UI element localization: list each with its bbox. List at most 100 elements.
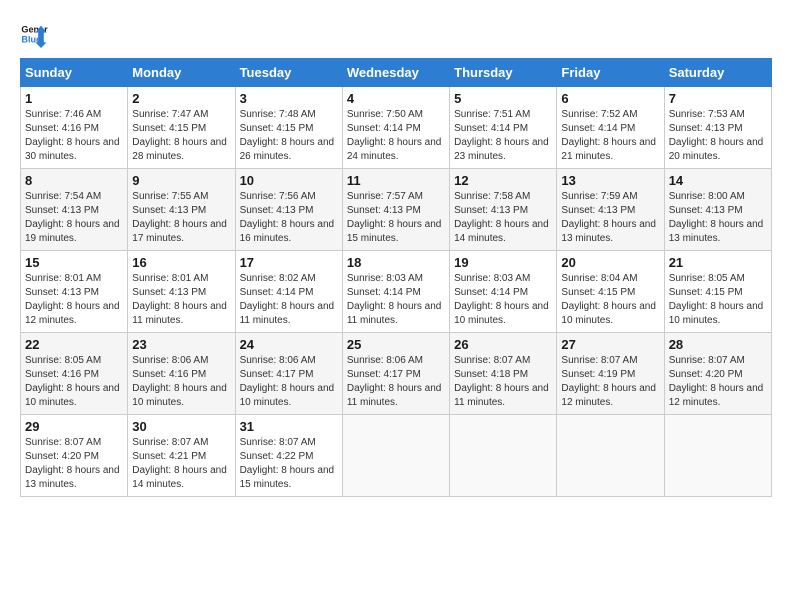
calendar-table: SundayMondayTuesdayWednesdayThursdayFrid… <box>20 58 772 497</box>
day-number: 30 <box>132 419 230 434</box>
calendar-day-6: 6Sunrise: 7:52 AMSunset: 4:14 PMDaylight… <box>557 87 664 169</box>
day-info: Sunrise: 7:58 AMSunset: 4:13 PMDaylight:… <box>454 190 552 246</box>
day-number: 27 <box>561 337 659 352</box>
day-info: Sunrise: 8:01 AMSunset: 4:13 PMDaylight:… <box>132 272 230 328</box>
calendar-week-3: 15 Sunrise: 8:01 AMSunset: 4:13 PMDayligh… <box>21 251 772 333</box>
day-number: 12 <box>454 173 552 188</box>
logo-icon: General Blue <box>20 20 48 48</box>
day-number: 25 <box>347 337 445 352</box>
day-info: Sunrise: 8:07 AMSunset: 4:22 PMDaylight:… <box>240 436 338 492</box>
day-info: Sunrise: 7:57 AMSunset: 4:13 PMDaylight:… <box>347 190 445 246</box>
day-info: Sunrise: 7:51 AMSunset: 4:14 PMDaylight:… <box>454 108 552 164</box>
calendar-day-13: 13 Sunrise: 7:59 AMSunset: 4:13 PMDayligh… <box>557 169 664 251</box>
day-number: 18 <box>347 255 445 270</box>
calendar-day-31: 31 Sunrise: 8:07 AMSunset: 4:22 PMDayligh… <box>235 415 342 497</box>
day-info: Sunrise: 7:56 AMSunset: 4:13 PMDaylight:… <box>240 190 338 246</box>
calendar-day-25: 25 Sunrise: 8:06 AMSunset: 4:17 PMDayligh… <box>342 333 449 415</box>
calendar-day-30: 30 Sunrise: 8:07 AMSunset: 4:21 PMDayligh… <box>128 415 235 497</box>
calendar-day-26: 26 Sunrise: 8:07 AMSunset: 4:18 PMDayligh… <box>450 333 557 415</box>
day-info: Sunrise: 8:07 AMSunset: 4:21 PMDaylight:… <box>132 436 230 492</box>
day-info: Sunrise: 8:00 AMSunset: 4:13 PMDaylight:… <box>669 190 767 246</box>
day-info: Sunrise: 7:54 AMSunset: 4:13 PMDaylight:… <box>25 190 123 246</box>
day-info: Sunrise: 8:07 AMSunset: 4:20 PMDaylight:… <box>25 436 123 492</box>
calendar-day-10: 10 Sunrise: 7:56 AMSunset: 4:13 PMDayligh… <box>235 169 342 251</box>
calendar-day-16: 16 Sunrise: 8:01 AMSunset: 4:13 PMDayligh… <box>128 251 235 333</box>
day-number: 21 <box>669 255 767 270</box>
day-info: Sunrise: 8:07 AMSunset: 4:19 PMDaylight:… <box>561 354 659 410</box>
day-number: 7 <box>669 91 767 106</box>
day-info: Sunrise: 7:53 AMSunset: 4:13 PMDaylight:… <box>669 108 767 164</box>
day-info: Sunrise: 8:03 AMSunset: 4:14 PMDaylight:… <box>347 272 445 328</box>
calendar-day-21: 21Sunrise: 8:05 AMSunset: 4:15 PMDayligh… <box>664 251 771 333</box>
empty-cell <box>557 415 664 497</box>
day-info: Sunrise: 8:03 AMSunset: 4:14 PMDaylight:… <box>454 272 552 328</box>
logo: General Blue <box>20 20 48 48</box>
day-number: 19 <box>454 255 552 270</box>
day-info: Sunrise: 8:06 AMSunset: 4:17 PMDaylight:… <box>347 354 445 410</box>
calendar-week-4: 22 Sunrise: 8:05 AMSunset: 4:16 PMDayligh… <box>21 333 772 415</box>
calendar-day-4: 4 Sunrise: 7:50 AMSunset: 4:14 PMDaylight… <box>342 87 449 169</box>
calendar-day-3: 3 Sunrise: 7:48 AMSunset: 4:15 PMDaylight… <box>235 87 342 169</box>
calendar-day-2: 2Sunrise: 7:47 AMSunset: 4:15 PMDaylight… <box>128 87 235 169</box>
day-number: 23 <box>132 337 230 352</box>
day-info: Sunrise: 8:07 AMSunset: 4:18 PMDaylight:… <box>454 354 552 410</box>
header-thursday: Thursday <box>450 59 557 87</box>
day-info: Sunrise: 8:04 AMSunset: 4:15 PMDaylight:… <box>561 272 659 328</box>
day-number: 9 <box>132 173 230 188</box>
day-info: Sunrise: 8:07 AMSunset: 4:20 PMDaylight:… <box>669 354 767 410</box>
empty-cell <box>342 415 449 497</box>
calendar-week-2: 8Sunrise: 7:54 AMSunset: 4:13 PMDaylight… <box>21 169 772 251</box>
day-number: 5 <box>454 91 552 106</box>
calendar-day-14: 14 Sunrise: 8:00 AMSunset: 4:13 PMDayligh… <box>664 169 771 251</box>
day-number: 26 <box>454 337 552 352</box>
day-info: Sunrise: 8:01 AMSunset: 4:13 PMDaylight:… <box>25 272 123 328</box>
header-monday: Monday <box>128 59 235 87</box>
calendar-week-5: 29 Sunrise: 8:07 AMSunset: 4:20 PMDayligh… <box>21 415 772 497</box>
calendar-day-27: 27 Sunrise: 8:07 AMSunset: 4:19 PMDayligh… <box>557 333 664 415</box>
day-number: 29 <box>25 419 123 434</box>
calendar-week-1: 1Sunrise: 7:46 AMSunset: 4:16 PMDaylight… <box>21 87 772 169</box>
day-number: 31 <box>240 419 338 434</box>
header-wednesday: Wednesday <box>342 59 449 87</box>
calendar-day-18: 18 Sunrise: 8:03 AMSunset: 4:14 PMDayligh… <box>342 251 449 333</box>
calendar-day-22: 22 Sunrise: 8:05 AMSunset: 4:16 PMDayligh… <box>21 333 128 415</box>
calendar-day-11: 11Sunrise: 7:57 AMSunset: 4:13 PMDayligh… <box>342 169 449 251</box>
empty-cell <box>664 415 771 497</box>
day-info: Sunrise: 7:48 AMSunset: 4:15 PMDaylight:… <box>240 108 338 164</box>
calendar-day-5: 5 Sunrise: 7:51 AMSunset: 4:14 PMDaylight… <box>450 87 557 169</box>
header-saturday: Saturday <box>664 59 771 87</box>
day-number: 3 <box>240 91 338 106</box>
calendar-day-17: 17Sunrise: 8:02 AMSunset: 4:14 PMDayligh… <box>235 251 342 333</box>
calendar-day-23: 23 Sunrise: 8:06 AMSunset: 4:16 PMDayligh… <box>128 333 235 415</box>
calendar-day-12: 12 Sunrise: 7:58 AMSunset: 4:13 PMDayligh… <box>450 169 557 251</box>
calendar-day-19: 19 Sunrise: 8:03 AMSunset: 4:14 PMDayligh… <box>450 251 557 333</box>
calendar-day-1: 1Sunrise: 7:46 AMSunset: 4:16 PMDaylight… <box>21 87 128 169</box>
calendar-day-7: 7 Sunrise: 7:53 AMSunset: 4:13 PMDaylight… <box>664 87 771 169</box>
calendar-day-9: 9 Sunrise: 7:55 AMSunset: 4:13 PMDaylight… <box>128 169 235 251</box>
day-number: 14 <box>669 173 767 188</box>
day-number: 15 <box>25 255 123 270</box>
day-info: Sunrise: 7:50 AMSunset: 4:14 PMDaylight:… <box>347 108 445 164</box>
calendar-day-8: 8Sunrise: 7:54 AMSunset: 4:13 PMDaylight… <box>21 169 128 251</box>
day-info: Sunrise: 8:05 AMSunset: 4:16 PMDaylight:… <box>25 354 123 410</box>
day-number: 28 <box>669 337 767 352</box>
day-info: Sunrise: 8:02 AMSunset: 4:14 PMDaylight:… <box>240 272 338 328</box>
day-number: 4 <box>347 91 445 106</box>
header-friday: Friday <box>557 59 664 87</box>
empty-cell <box>450 415 557 497</box>
calendar-day-24: 24Sunrise: 8:06 AMSunset: 4:17 PMDayligh… <box>235 333 342 415</box>
day-number: 13 <box>561 173 659 188</box>
calendar-day-20: 20 Sunrise: 8:04 AMSunset: 4:15 PMDayligh… <box>557 251 664 333</box>
day-info: Sunrise: 7:55 AMSunset: 4:13 PMDaylight:… <box>132 190 230 246</box>
day-info: Sunrise: 7:52 AMSunset: 4:14 PMDaylight:… <box>561 108 659 164</box>
day-info: Sunrise: 8:06 AMSunset: 4:16 PMDaylight:… <box>132 354 230 410</box>
calendar-header-row: SundayMondayTuesdayWednesdayThursdayFrid… <box>21 59 772 87</box>
day-info: Sunrise: 7:59 AMSunset: 4:13 PMDaylight:… <box>561 190 659 246</box>
day-number: 20 <box>561 255 659 270</box>
day-number: 22 <box>25 337 123 352</box>
day-info: Sunrise: 8:06 AMSunset: 4:17 PMDaylight:… <box>240 354 338 410</box>
day-number: 10 <box>240 173 338 188</box>
day-number: 16 <box>132 255 230 270</box>
day-info: Sunrise: 7:47 AMSunset: 4:15 PMDaylight:… <box>132 108 230 164</box>
header-sunday: Sunday <box>21 59 128 87</box>
